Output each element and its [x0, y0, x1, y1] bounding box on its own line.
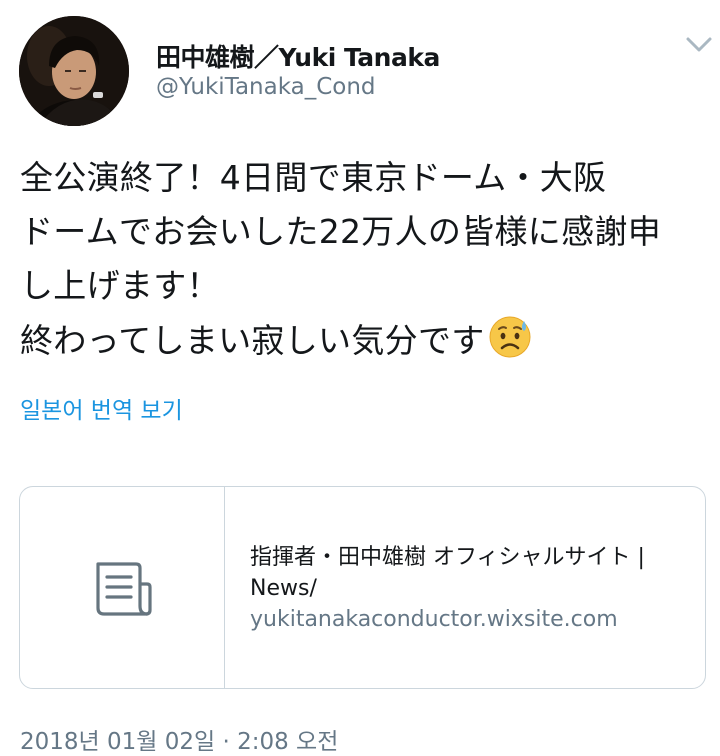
display-name[interactable]: 田中雄樹／Yuki Tanaka: [156, 38, 440, 74]
tweet-line: し上げます！: [20, 266, 220, 305]
tweet-line: 終わってしまい寂しい気分です: [20, 321, 485, 360]
avatar[interactable]: [19, 16, 129, 126]
profile-photo: [19, 16, 129, 126]
link-card[interactable]: 指揮者・田中雄樹 オフィシャルサイト | News/ yukitanakacon…: [19, 486, 706, 689]
tweet-line: 全公演終了！4日間で東京ドーム・大阪: [20, 158, 607, 197]
tweet-line: ドームでお会いした22万人の皆様に感謝申: [20, 212, 662, 251]
tweet-line-with-emoji: 終わってしまい寂しい気分です: [20, 313, 710, 368]
sad-face-emoji-icon: [487, 313, 533, 359]
translate-link[interactable]: 일본어 번역 보기: [20, 391, 183, 425]
card-domain: yukitanakaconductor.wixsite.com: [250, 607, 618, 632]
document-icon: [96, 562, 152, 616]
chevron-down-icon[interactable]: [683, 30, 715, 58]
card-body[interactable]: 指揮者・田中雄樹 オフィシャルサイト | News/ yukitanakacon…: [250, 542, 690, 635]
card-title-line-2: News/: [250, 576, 317, 601]
user-handle[interactable]: @YukiTanaka_Cond: [156, 74, 376, 100]
tweet-timestamp[interactable]: 2018년 01월 02일 · 2:08 오전: [20, 722, 338, 756]
card-thumbnail: [20, 487, 225, 688]
card-title-line-1: 指揮者・田中雄樹 オフィシャルサイト |: [250, 545, 645, 570]
tweet-text: 全公演終了！4日間で東京ドーム・大阪 ドームでお会いした22万人の皆様に感謝申 …: [20, 151, 710, 368]
